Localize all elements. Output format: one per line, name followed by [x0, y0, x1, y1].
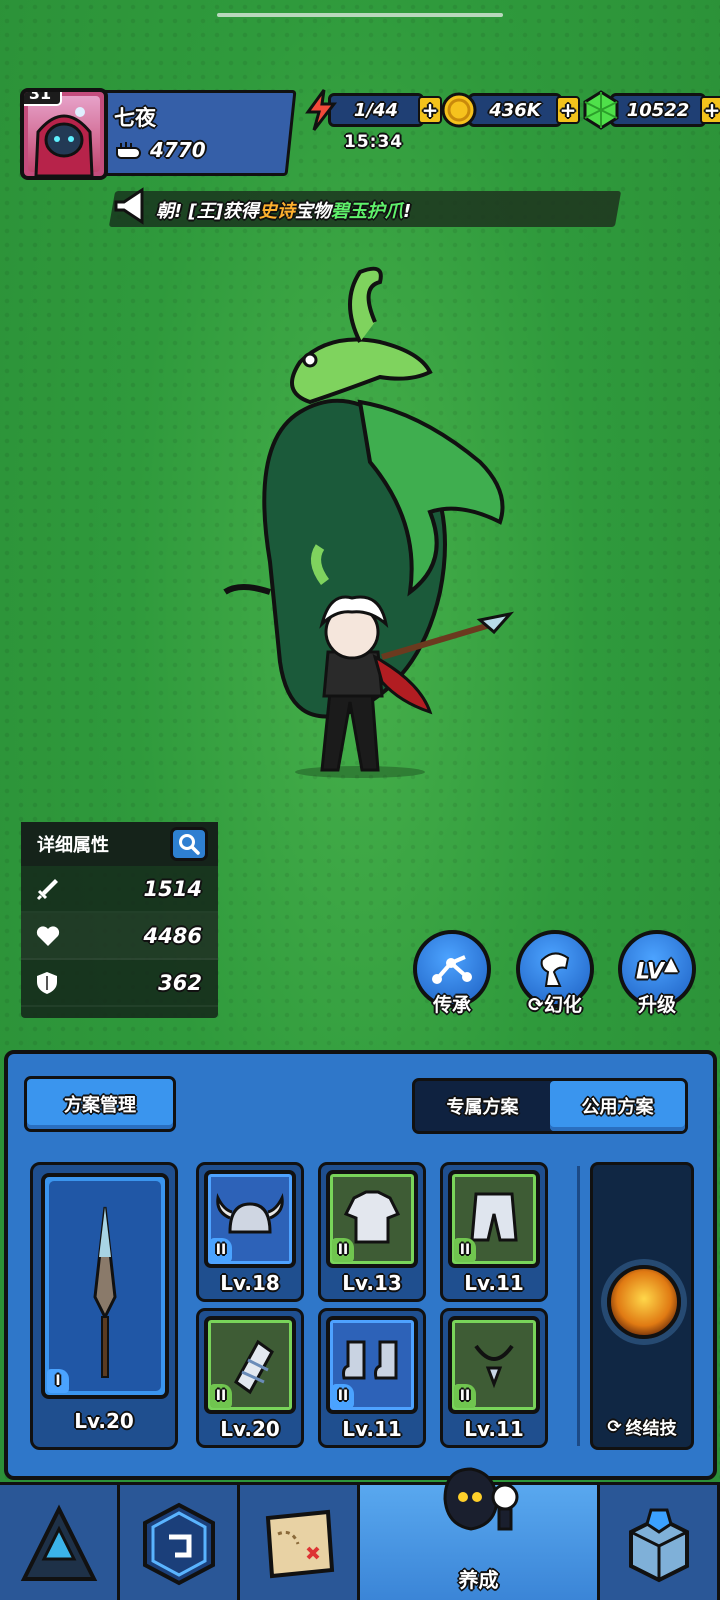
armor-level: Lv.13	[342, 1271, 402, 1295]
power-display: 4770	[114, 138, 206, 162]
character-scene	[223, 266, 515, 778]
level-up-icon: LV▲	[635, 953, 679, 985]
bracer-tier: II	[210, 1384, 232, 1408]
ultimate-label: ⟳ 终结技	[593, 1414, 691, 1440]
dark-crystal-icon	[20, 1504, 97, 1581]
transform-label-text: 幻化	[543, 994, 582, 1016]
pants-level: Lv.11	[464, 1271, 524, 1295]
share-nodes-icon	[432, 955, 472, 984]
pants-slot[interactable]: II Lv.11	[440, 1162, 548, 1302]
player-level-badge: 31	[24, 92, 62, 106]
necklace-slot[interactable]: II Lv.11	[440, 1308, 548, 1448]
weapon-slot[interactable]: I Lv.20	[30, 1162, 178, 1450]
gem-value: 10522	[610, 93, 706, 127]
broadcast-message: 朝! [王]获得史诗宝物碧玉护爪!	[156, 197, 411, 223]
hp-value: 4486	[143, 923, 202, 948]
pants-tier: II	[454, 1238, 476, 1262]
broadcast-prefix: 朝! [王]获得	[156, 201, 259, 222]
lightning-icon	[305, 89, 338, 131]
avatar[interactable]: 31	[20, 88, 108, 180]
inherit-label: 传承	[432, 994, 471, 1016]
add-gold-button[interactable]: +	[556, 96, 580, 124]
energy-value: 1/44	[328, 93, 424, 127]
add-energy-button[interactable]: +	[418, 96, 442, 124]
stat-defense: 362	[21, 960, 218, 1007]
nav-item-battle[interactable]	[0, 1485, 120, 1600]
stat-hp: 4486	[21, 913, 218, 960]
necklace-level: Lv.11	[464, 1417, 524, 1441]
hero-silhouette-icon	[443, 1467, 519, 1531]
necklace-tier: II	[454, 1384, 476, 1408]
upgrade-button[interactable]: LV▲ 升级	[616, 930, 698, 1016]
bracer-slot[interactable]: II Lv.20	[196, 1308, 304, 1448]
armor-slot[interactable]: II Lv.13	[318, 1162, 426, 1302]
megaphone-icon	[114, 187, 144, 225]
refresh-icon: ⟳	[607, 1416, 622, 1437]
treasure-map-icon	[265, 1509, 334, 1579]
defense-value: 362	[158, 970, 202, 995]
broadcast-middle: 宝物	[294, 201, 331, 222]
tab-exclusive-plan[interactable]: 专属方案	[415, 1081, 550, 1131]
helmet-tier: II	[210, 1238, 232, 1262]
panel-divider	[577, 1166, 580, 1446]
helmet-slot[interactable]: II Lv.18	[196, 1162, 304, 1302]
broadcast-item: 碧玉护爪	[330, 201, 403, 222]
armor-tier: II	[332, 1238, 354, 1262]
nav-item-shop[interactable]	[600, 1485, 720, 1600]
ultimate-label-text: 终结技	[625, 1419, 677, 1439]
shield-icon	[37, 971, 57, 994]
nav-item-skills[interactable]	[120, 1485, 240, 1600]
equipment-panel: 方案管理 专属方案 公用方案 I Lv.20 II Lv.18 II Lv.13…	[4, 1050, 717, 1480]
nav-item-map[interactable]	[240, 1485, 360, 1600]
tab-public-plan[interactable]: 公用方案	[550, 1081, 685, 1131]
weapon-level: Lv.20	[74, 1409, 134, 1433]
gem-resource: 10522 +	[582, 90, 720, 130]
transform-label: ⟳幻化	[528, 994, 582, 1016]
gold-coin-icon	[441, 92, 477, 128]
plan-manage-button[interactable]: 方案管理	[24, 1076, 176, 1132]
stats-title: 详细属性	[37, 835, 109, 856]
weapon-tier: I	[47, 1369, 69, 1393]
search-icon	[179, 834, 200, 855]
helmet-level: Lv.18	[220, 1271, 280, 1295]
stats-panel: 详细属性 1514 4486 362	[21, 822, 218, 1018]
broadcast-rarity: 史诗	[258, 201, 295, 222]
bottom-nav: 养成	[0, 1467, 720, 1600]
status-notch	[217, 13, 503, 17]
hexagon-rune-icon	[142, 1502, 215, 1586]
nav-item-develop[interactable]: 养成	[360, 1467, 600, 1600]
sword-icon	[36, 878, 58, 900]
gold-resource: 436K +	[440, 92, 580, 128]
power-value: 4770	[150, 138, 206, 162]
transform-button[interactable]: ⟳幻化	[514, 930, 596, 1016]
inherit-button[interactable]: 传承	[411, 930, 493, 1016]
gem-icon	[583, 90, 619, 130]
nav-develop-label: 养成	[458, 1568, 499, 1592]
broadcast-suffix: !	[402, 201, 412, 222]
player-name: 七夜	[114, 106, 156, 130]
boots-slot[interactable]: II Lv.11	[318, 1308, 426, 1448]
dragon-head-icon	[540, 952, 570, 987]
heart-icon	[36, 925, 60, 946]
upgrade-label: 升级	[637, 994, 676, 1016]
energy-resource: 1/44 +	[304, 89, 442, 131]
attack-value: 1514	[143, 876, 202, 901]
fist-icon	[116, 142, 141, 159]
stat-attack: 1514	[21, 866, 218, 913]
plan-tabs: 专属方案 公用方案	[412, 1078, 688, 1134]
boots-tier: II	[332, 1384, 354, 1408]
ultimate-skill-icon	[607, 1265, 681, 1339]
boots-level: Lv.11	[342, 1417, 402, 1441]
add-gem-button[interactable]: +	[700, 96, 720, 124]
bracer-level: Lv.20	[220, 1417, 280, 1441]
gem-box-icon	[628, 1508, 689, 1583]
spear-icon	[93, 1206, 117, 1378]
ultimate-skill-slot[interactable]: ⟳ 终结技	[590, 1162, 694, 1450]
energy-timer: 15:34	[344, 132, 404, 152]
gold-value: 436K	[468, 93, 562, 127]
stats-detail-button[interactable]	[170, 827, 208, 861]
player-profile[interactable]: 31 七夜 4770	[18, 88, 297, 180]
game-screen: 31 七夜 4770 1/44 + 15:34 436K + 10522 + 朝…	[0, 0, 720, 1600]
